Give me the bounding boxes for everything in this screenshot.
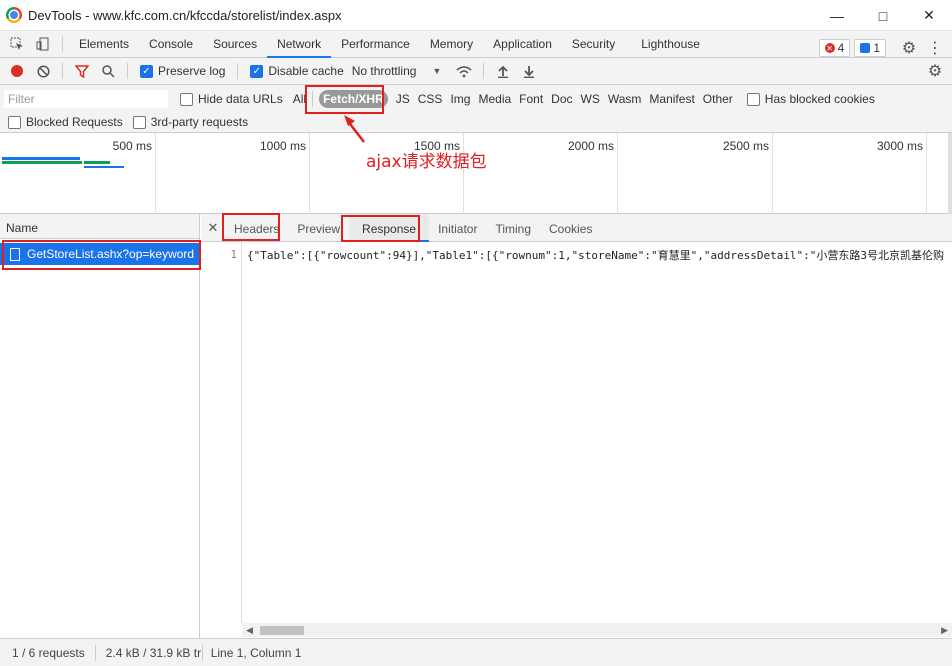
search-icon[interactable] bbox=[95, 58, 121, 84]
divider bbox=[62, 36, 63, 52]
devtools-tab-bar: Elements Console Sources Network Perform… bbox=[0, 31, 952, 58]
line-number: 1 bbox=[230, 248, 237, 261]
message-badge[interactable]: 1 bbox=[854, 39, 886, 57]
timeline-scrollbar[interactable] bbox=[948, 133, 952, 214]
filter-input[interactable]: Filter bbox=[4, 90, 168, 108]
tab-memory[interactable]: Memory bbox=[420, 31, 483, 57]
response-viewer[interactable]: 1 {"Table":[{"rowcount":94}],"Table1":[{… bbox=[201, 242, 952, 623]
close-icon[interactable]: ✕ bbox=[906, 0, 952, 31]
annotation-label: ajax请求数据包 bbox=[366, 152, 487, 172]
tab-preview[interactable]: Preview bbox=[288, 214, 349, 242]
checkmark-icon: ✓ bbox=[250, 64, 264, 78]
type-font[interactable]: Font bbox=[515, 90, 547, 108]
type-js[interactable]: JS bbox=[392, 90, 414, 108]
tab-security[interactable]: Security bbox=[562, 31, 625, 57]
error-badge[interactable]: ✕ 4 bbox=[818, 39, 851, 57]
tab-initiator[interactable]: Initiator bbox=[429, 214, 486, 242]
annotation-box-response bbox=[341, 215, 420, 242]
tab-elements[interactable]: Elements bbox=[69, 31, 139, 57]
has-blocked-cookies-checkbox[interactable]: Has blocked cookies bbox=[746, 92, 875, 106]
clear-icon[interactable] bbox=[30, 58, 56, 84]
tab-performance[interactable]: Performance bbox=[331, 31, 420, 57]
transfer-size: 2.4 kB / 31.9 kB tr bbox=[105, 645, 202, 660]
tab-timing[interactable]: Timing bbox=[486, 214, 540, 242]
record-icon[interactable] bbox=[4, 58, 30, 84]
annotation-box-headers bbox=[222, 213, 280, 241]
network-conditions-wifi-icon[interactable] bbox=[451, 58, 477, 84]
column-header-name[interactable]: Name bbox=[0, 214, 199, 239]
scrollbar-thumb[interactable] bbox=[260, 626, 304, 635]
horizontal-scrollbar[interactable]: ◀ ▶ bbox=[242, 623, 952, 637]
timeline-bar bbox=[84, 166, 124, 168]
chevron-down-icon: ▼ bbox=[432, 66, 442, 76]
status-bar: 1 / 6 requests 2.4 kB / 31.9 kB tr Line … bbox=[0, 638, 952, 666]
tab-lighthouse[interactable]: Lighthouse bbox=[631, 31, 710, 57]
error-icon: ✕ bbox=[824, 43, 835, 53]
request-count: 1 / 6 requests bbox=[12, 645, 85, 660]
hide-data-urls-checkbox[interactable]: Hide data URLs bbox=[180, 92, 283, 106]
tab-sources[interactable]: Sources bbox=[203, 31, 267, 57]
type-wasm[interactable]: Wasm bbox=[604, 90, 646, 108]
device-toolbar-icon[interactable] bbox=[30, 31, 56, 57]
throttling-select[interactable]: No throttling ▼ bbox=[352, 64, 442, 78]
timeline-overview[interactable]: 500 ms 1000 ms 1500 ms 2000 ms 2500 ms 3… bbox=[0, 133, 952, 214]
import-har-icon[interactable] bbox=[490, 58, 516, 84]
type-doc[interactable]: Doc bbox=[547, 90, 576, 108]
title-bar: DevTools - www.kfc.com.cn/kfccda/storeli… bbox=[0, 0, 952, 31]
cursor-position: Line 1, Column 1 bbox=[210, 645, 302, 660]
network-toolbar: ✓ Preserve log ✓ Disable cache No thrott… bbox=[0, 58, 952, 85]
type-img[interactable]: Img bbox=[446, 90, 474, 108]
scroll-left-icon[interactable]: ◀ bbox=[246, 625, 253, 636]
type-manifest[interactable]: Manifest bbox=[645, 90, 698, 108]
preserve-log-checkbox[interactable]: ✓ Preserve log bbox=[140, 64, 225, 78]
tab-console[interactable]: Console bbox=[139, 31, 203, 57]
request-list: Name GetStoreList.ashx?op=keyword bbox=[0, 214, 200, 638]
line-gutter: 1 bbox=[201, 242, 242, 623]
checkmark-icon: ✓ bbox=[140, 64, 153, 78]
blocked-requests-checkbox[interactable]: Blocked Requests bbox=[8, 115, 123, 129]
inspect-element-icon[interactable] bbox=[4, 31, 30, 57]
network-settings-gear-icon[interactable]: ⚙ bbox=[922, 58, 948, 84]
timeline-tick-label: 500 ms bbox=[112, 139, 152, 153]
chrome-logo-icon bbox=[6, 7, 22, 23]
window-title: DevTools - www.kfc.com.cn/kfccda/storeli… bbox=[28, 7, 342, 23]
timeline-bar bbox=[2, 157, 80, 160]
timeline-bar bbox=[2, 161, 82, 164]
annotation-box-request bbox=[2, 240, 201, 270]
scroll-right-icon[interactable]: ▶ bbox=[941, 625, 948, 636]
export-har-icon[interactable] bbox=[516, 58, 542, 84]
timeline-bar bbox=[84, 161, 110, 164]
tab-network[interactable]: Network bbox=[267, 31, 332, 58]
timeline-tick-label: 3000 ms bbox=[876, 139, 923, 153]
filter-icon[interactable] bbox=[69, 58, 95, 84]
type-media[interactable]: Media bbox=[474, 90, 515, 108]
tab-application[interactable]: Application bbox=[483, 31, 562, 57]
disable-cache-checkbox[interactable]: ✓ Disable cache bbox=[250, 64, 344, 78]
response-body[interactable]: {"Table":[{"rowcount":94}],"Table1":[{"r… bbox=[247, 247, 952, 263]
filter-bar: Filter Hide data URLs All Fetch/XHR JS C… bbox=[0, 85, 952, 133]
minimize-icon[interactable]: — bbox=[814, 0, 860, 31]
type-other[interactable]: Other bbox=[699, 90, 737, 108]
maximize-icon[interactable]: □ bbox=[860, 0, 906, 31]
third-party-requests-checkbox[interactable]: 3rd-party requests bbox=[132, 115, 248, 129]
tab-cookies[interactable]: Cookies bbox=[540, 214, 601, 242]
annotation-arrow-icon bbox=[344, 115, 365, 143]
type-css[interactable]: CSS bbox=[414, 90, 447, 108]
type-ws[interactable]: WS bbox=[577, 90, 604, 108]
timeline-tick-label: 2000 ms bbox=[567, 139, 614, 153]
timeline-tick-label: 1000 ms bbox=[259, 139, 306, 153]
message-icon bbox=[860, 43, 871, 53]
annotation-box-fetch-xhr bbox=[305, 85, 384, 114]
detail-tab-bar: ✕ Headers Preview Response Initiator Tim… bbox=[201, 213, 952, 242]
timeline-tick-label: 2500 ms bbox=[722, 139, 769, 153]
